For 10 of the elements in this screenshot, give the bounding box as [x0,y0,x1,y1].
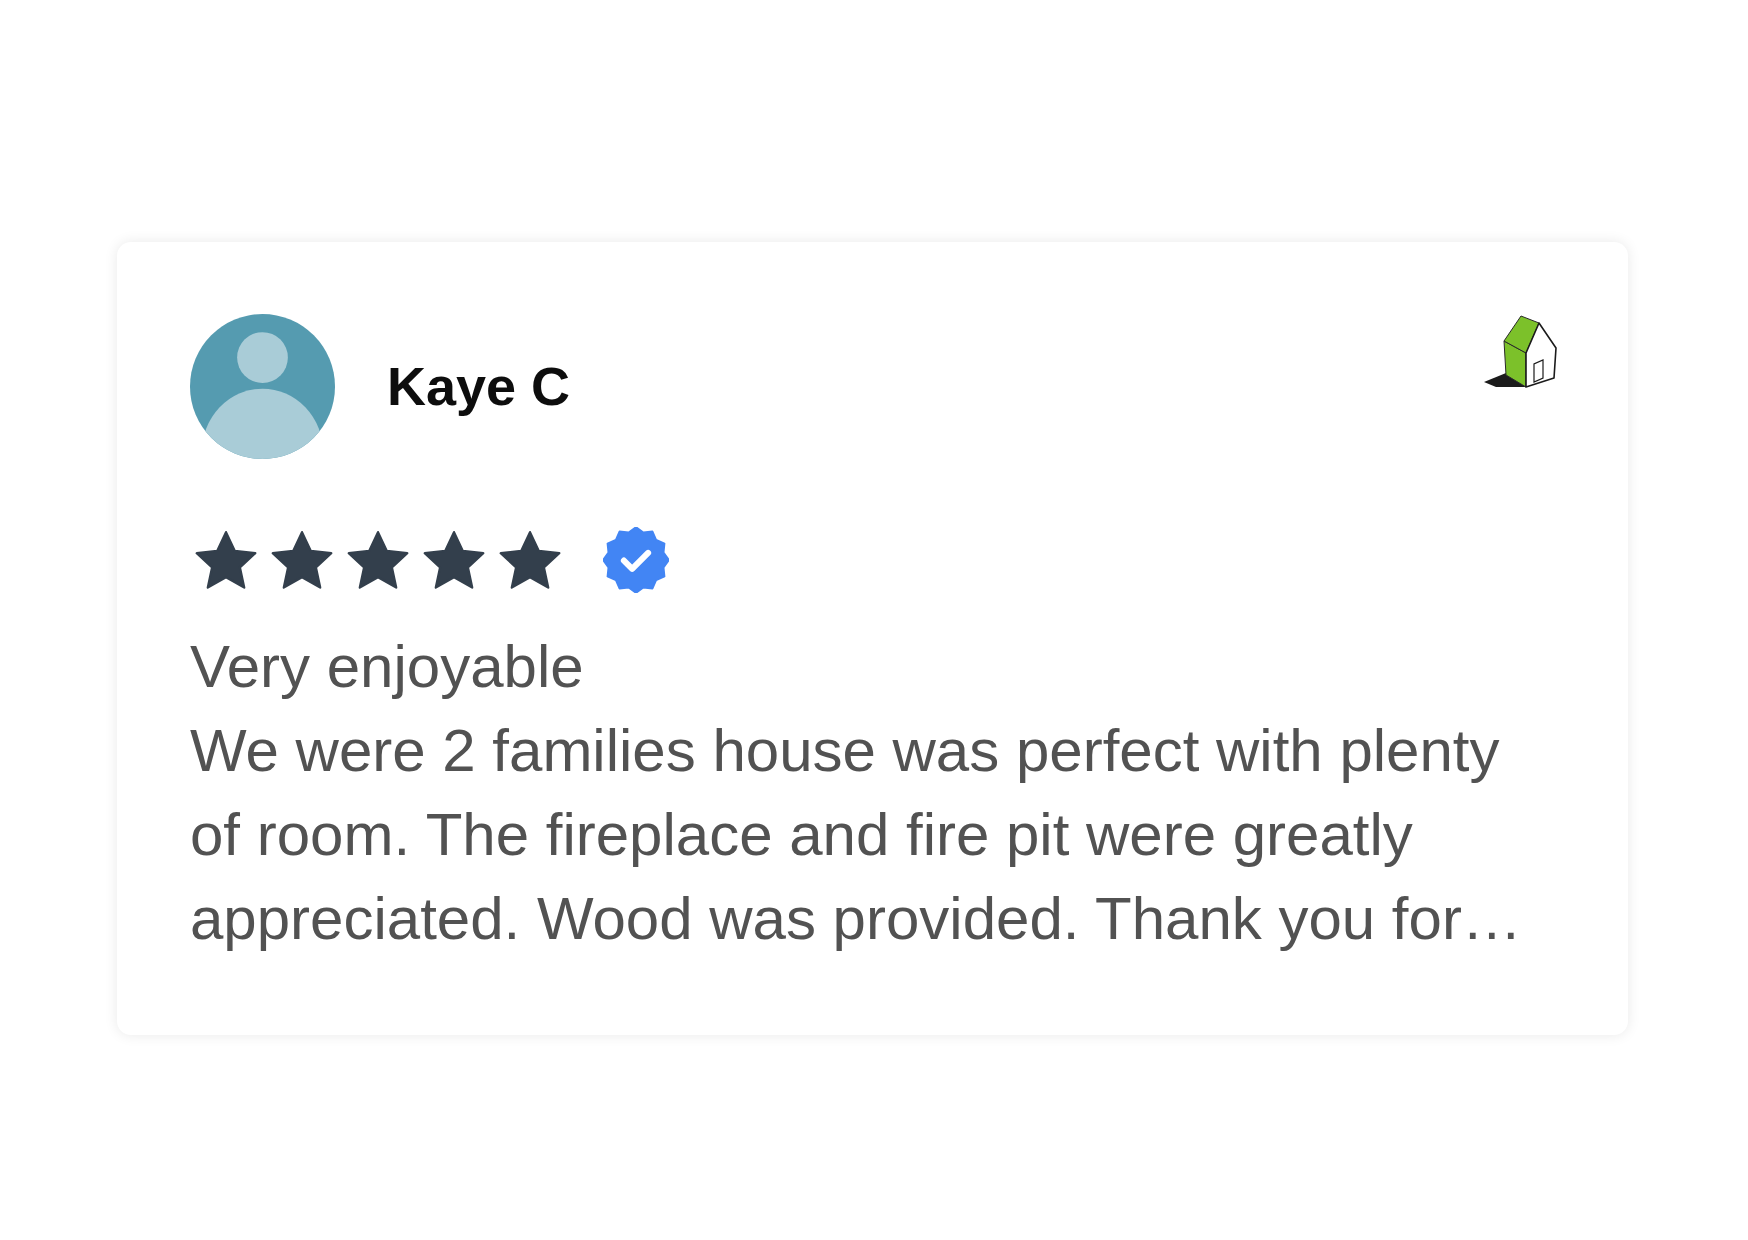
house-icon [1484,314,1557,389]
star-icon [499,530,561,590]
star-icon [271,530,333,590]
star-icon [195,530,257,590]
star-icon [347,530,409,590]
review-title: Very enjoyable [190,632,584,702]
avatar-icon [190,314,335,459]
reviewer-name: Kaye C [387,355,571,419]
review-text: We were 2 families house was perfect with plenty of room. The fireplace and fire pit were greatly appreciated. Wood was provided. Thank you for… [190,716,1523,954]
star-icon [423,530,485,590]
